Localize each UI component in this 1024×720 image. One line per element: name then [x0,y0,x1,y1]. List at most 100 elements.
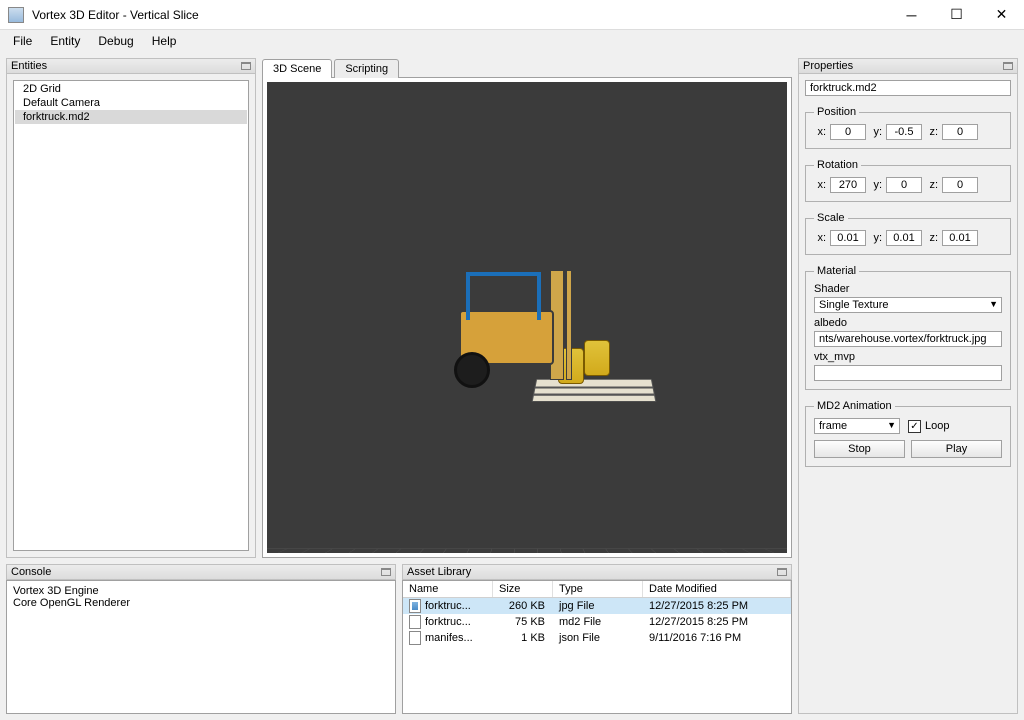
entities-list[interactable]: 2D Grid Default Camera forktruck.md2 [13,80,249,551]
console-header[interactable]: Console [6,564,396,580]
undock-icon[interactable] [381,568,391,576]
asset-library-header[interactable]: Asset Library [402,564,792,580]
x-label: x: [814,179,826,191]
albedo-input[interactable] [814,331,1002,347]
asset-size: 75 KB [493,614,553,630]
asset-row[interactable]: manifes... 1 KB json File 9/11/2016 7:16… [403,630,791,646]
minimize-button[interactable]: ─ [889,0,934,30]
entities-title: Entities [11,60,47,72]
z-label: z: [926,126,938,138]
material-legend: Material [814,265,859,277]
maximize-button[interactable]: ☐ [934,0,979,30]
forklift-model [454,270,634,430]
entity-name-input[interactable] [805,80,1011,96]
menu-help[interactable]: Help [143,32,186,50]
asset-library-title: Asset Library [407,566,471,578]
asset-date: 12/27/2015 8:25 PM [643,614,791,630]
entity-item[interactable]: Default Camera [15,96,247,110]
rotation-y-input[interactable] [886,177,922,193]
properties-header[interactable]: Properties [798,58,1018,74]
undock-icon[interactable] [1003,62,1013,70]
console-output[interactable]: Vortex 3D Engine Core OpenGL Renderer [6,580,396,714]
y-label: y: [870,179,882,191]
position-legend: Position [814,106,859,118]
entity-item[interactable]: 2D Grid [15,82,247,96]
dropdown-icon[interactable]: ▼ [887,420,896,430]
asset-date: 12/27/2015 8:25 PM [643,598,791,614]
properties-title: Properties [803,60,853,72]
window-title: Vortex 3D Editor - Vertical Slice [32,8,889,22]
asset-size: 1 KB [493,630,553,646]
entity-item[interactable]: forktruck.md2 [15,110,247,124]
entities-header[interactable]: Entities [6,58,256,74]
asset-row[interactable]: forktruc... 75 KB md2 File 12/27/2015 8:… [403,614,791,630]
asset-type: jpg File [553,598,643,614]
asset-type: json File [553,630,643,646]
position-x-input[interactable] [830,124,866,140]
rotation-x-input[interactable] [830,177,866,193]
asset-name: forktruc... [403,614,493,630]
asset-row[interactable]: forktruc... 260 KB jpg File 12/27/2015 8… [403,598,791,614]
tab-3d-scene[interactable]: 3D Scene [262,59,332,78]
menu-file[interactable]: File [4,32,41,50]
y-label: y: [870,126,882,138]
z-label: z: [926,179,938,191]
col-size[interactable]: Size [493,581,553,597]
col-type[interactable]: Type [553,581,643,597]
col-name[interactable]: Name [403,581,493,597]
rotation-legend: Rotation [814,159,861,171]
position-group: Position x: y: z: [805,106,1011,149]
undock-icon[interactable] [777,568,787,576]
center-area: 3D Scene Scripting [262,58,792,558]
menu-debug[interactable]: Debug [89,32,142,50]
file-icon [409,615,421,629]
checkbox-icon: ✓ [908,420,921,433]
scale-x-input[interactable] [830,230,866,246]
file-icon [409,631,421,645]
asset-library-panel: Asset Library Name Size Type Date Modifi… [402,564,792,714]
scale-group: Scale x: y: z: [805,212,1011,255]
x-label: x: [814,232,826,244]
menubar: File Entity Debug Help [0,30,1024,52]
app-icon [8,7,24,23]
y-label: y: [870,232,882,244]
asset-date: 9/11/2016 7:16 PM [643,630,791,646]
loop-label: Loop [925,420,949,432]
position-z-input[interactable] [942,124,978,140]
play-button[interactable]: Play [911,440,1002,458]
position-y-input[interactable] [886,124,922,140]
vtx-mvp-input[interactable] [814,365,1002,381]
scale-legend: Scale [814,212,848,224]
animation-legend: MD2 Animation [814,400,895,412]
shader-select[interactable] [814,297,1002,313]
stop-button[interactable]: Stop [814,440,905,458]
asset-size: 260 KB [493,598,553,614]
rotation-group: Rotation x: y: z: [805,159,1011,202]
col-date[interactable]: Date Modified [643,581,791,597]
albedo-label: albedo [814,317,1002,329]
console-panel: Console Vortex 3D Engine Core OpenGL Ren… [6,564,396,714]
entities-panel: Entities 2D Grid Default Camera forktruc… [6,58,256,558]
tab-scripting[interactable]: Scripting [334,59,399,78]
scale-z-input[interactable] [942,230,978,246]
image-file-icon [409,599,421,613]
menu-entity[interactable]: Entity [41,32,89,50]
close-button[interactable]: ✕ [979,0,1024,30]
x-label: x: [814,126,826,138]
grid-floor [267,549,787,553]
dropdown-icon[interactable]: ▼ [989,299,998,309]
shader-label: Shader [814,283,1002,295]
z-label: z: [926,232,938,244]
console-title: Console [11,566,51,578]
rotation-z-input[interactable] [942,177,978,193]
animation-group: MD2 Animation ▼ ✓ Loop Stop Play [805,400,1011,467]
scale-y-input[interactable] [886,230,922,246]
3d-viewport[interactable] [267,82,787,553]
loop-checkbox[interactable]: ✓ Loop [908,420,949,433]
vtx-mvp-label: vtx_mvp [814,351,1002,363]
asset-table[interactable]: Name Size Type Date Modified forktruc...… [402,580,792,714]
asset-name: forktruc... [403,598,493,614]
undock-icon[interactable] [241,62,251,70]
properties-panel: Properties Position x: y: z: Rotation x:… [798,58,1018,714]
asset-name: manifes... [403,630,493,646]
